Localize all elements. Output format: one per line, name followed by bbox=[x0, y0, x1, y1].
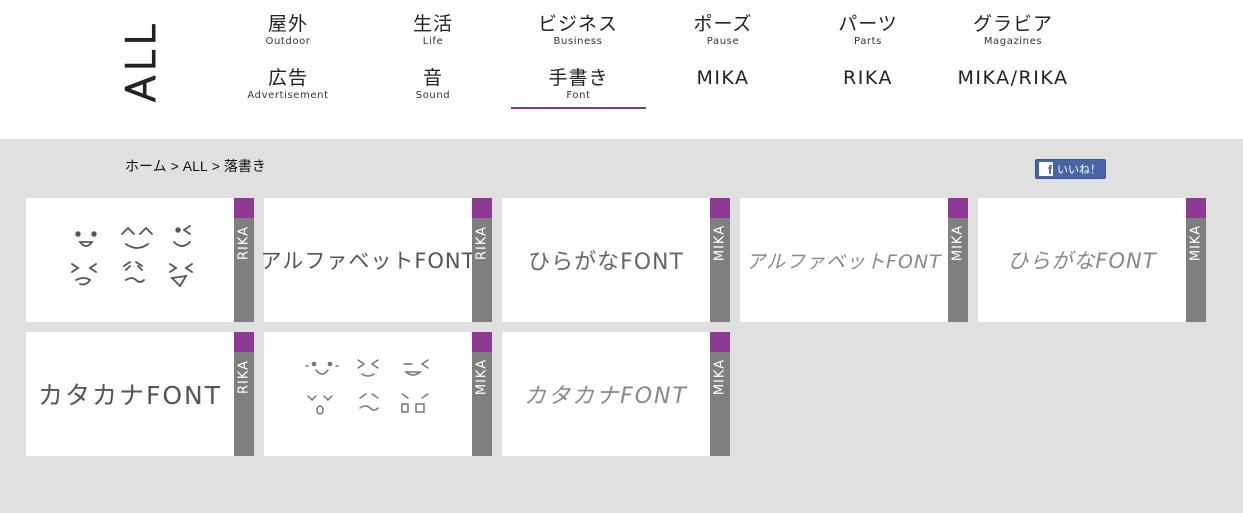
tag-accent bbox=[234, 332, 254, 352]
tag-accent bbox=[710, 332, 730, 352]
card-tag-label: RIKA bbox=[474, 225, 490, 261]
card-mika-faces[interactable]: MIKA bbox=[264, 332, 492, 456]
all-logo[interactable]: ALL bbox=[118, 13, 166, 109]
card-rika-alphabet-font[interactable]: アルファベットFONT RIKA bbox=[261, 198, 492, 322]
nav-item-label: 屋外 bbox=[267, 13, 308, 35]
tag-accent bbox=[472, 332, 492, 352]
card-tag-label: MIKA bbox=[950, 224, 966, 262]
nav-item-magazines[interactable]: グラビア Magazines bbox=[945, 13, 1081, 59]
nav-item-sublabel: Advertisement bbox=[247, 90, 329, 101]
card-tag-label: MIKA bbox=[1188, 224, 1204, 262]
card-mika-hiragana-font[interactable]: ひらがなFONT MIKA bbox=[502, 198, 730, 322]
all-logo-text: ALL bbox=[119, 19, 166, 103]
card-tag-label: MIKA bbox=[712, 224, 728, 262]
nav-item-sublabel: Life bbox=[422, 36, 444, 47]
nav-item-advertisement[interactable]: 広告 Advertisement bbox=[220, 67, 356, 113]
font-sample-text: カタカナFONT bbox=[37, 381, 223, 410]
nav-item-sublabel: Business bbox=[553, 36, 603, 47]
facebook-like-button[interactable]: f いいね！ bbox=[1035, 159, 1106, 179]
font-sample-text: カタカナFONT bbox=[524, 384, 688, 409]
nav-item-label: ポーズ bbox=[693, 13, 753, 35]
card-tag-label: MIKA bbox=[474, 358, 490, 396]
nav-item-label: 手書き bbox=[548, 67, 609, 89]
nav-item-sublabel: Sound bbox=[415, 90, 451, 101]
card-tag: MIKA bbox=[948, 198, 968, 322]
card-tag: RIKA bbox=[234, 332, 254, 456]
card-preview: アルファベットFONT bbox=[740, 198, 948, 322]
nav-item-mika[interactable]: MIKA bbox=[655, 67, 791, 113]
font-sample-text: アルファベットFONT bbox=[260, 249, 476, 273]
card-preview: カタカナFONT bbox=[502, 332, 710, 456]
tag-accent bbox=[710, 198, 730, 218]
nav-item-label: グラビア bbox=[972, 13, 1053, 35]
nav-item-sublabel: Parts bbox=[854, 36, 882, 47]
nav-item-label: MIKA bbox=[696, 67, 750, 89]
card-mika-hiragana-font-2[interactable]: ひらがなFONT MIKA bbox=[978, 198, 1206, 322]
nav-item-sublabel: Pause bbox=[706, 36, 740, 47]
card-tag-label: MIKA bbox=[712, 358, 728, 396]
header: ALL 屋外 Outdoor 生活 Life ビジネス Business ポーズ… bbox=[0, 0, 1243, 139]
nav-item-label: ビジネス bbox=[537, 13, 618, 35]
font-sample-text: ひらがなFONT bbox=[1007, 249, 1157, 273]
tag-accent bbox=[234, 198, 254, 218]
nav-item-business[interactable]: ビジネス Business bbox=[510, 13, 646, 59]
card-tag-label: RIKA bbox=[236, 359, 252, 395]
nav-item-parts[interactable]: パーツ Parts bbox=[800, 13, 936, 59]
nav-item-label: MIKA/RIKA bbox=[957, 67, 1069, 89]
nav-item-life[interactable]: 生活 Life bbox=[365, 13, 501, 59]
nav-item-pause[interactable]: ポーズ Pause bbox=[655, 13, 791, 59]
card-tag: MIKA bbox=[1186, 198, 1206, 322]
breadcrumb-separator: > bbox=[211, 158, 220, 174]
card-preview bbox=[264, 332, 472, 456]
tag-accent bbox=[1186, 198, 1206, 218]
nav-item-sublabel: Outdoor bbox=[265, 36, 311, 47]
tag-accent bbox=[472, 198, 492, 218]
breadcrumb-separator: > bbox=[170, 158, 179, 174]
breadcrumb: ホーム > ALL > 落書き bbox=[125, 156, 266, 176]
nav-item-label: RIKA bbox=[843, 67, 893, 89]
nav-item-label: パーツ bbox=[838, 13, 898, 35]
font-sample-text: アルファベットFONT bbox=[746, 250, 942, 273]
nav-item-label: 音 bbox=[422, 67, 443, 89]
card-tag: RIKA bbox=[234, 198, 254, 322]
nav-item-rika[interactable]: RIKA bbox=[800, 67, 936, 113]
nav-item-sublabel: Magazines bbox=[983, 36, 1043, 47]
card-preview: カタカナFONT bbox=[26, 332, 234, 456]
breadcrumb-all[interactable]: ALL bbox=[183, 158, 208, 174]
tag-accent bbox=[948, 198, 968, 218]
card-preview: ひらがなFONT bbox=[978, 198, 1186, 322]
card-mika-alphabet-font[interactable]: アルファベットFONT MIKA bbox=[740, 198, 968, 322]
card-preview bbox=[26, 198, 234, 322]
nav-item-sublabel: Font bbox=[566, 90, 591, 101]
card-rika-faces[interactable]: RIKA bbox=[26, 198, 254, 322]
nav-item-font[interactable]: 手書き Font bbox=[511, 67, 646, 109]
nav-item-outdoor[interactable]: 屋外 Outdoor bbox=[220, 13, 356, 59]
card-tag: MIKA bbox=[472, 332, 492, 456]
card-tag: MIKA bbox=[710, 332, 730, 456]
card-mika-katakana-font[interactable]: カタカナFONT MIKA bbox=[502, 332, 730, 456]
card-tag-label: RIKA bbox=[236, 225, 252, 261]
breadcrumb-home[interactable]: ホーム bbox=[125, 158, 167, 174]
card-preview: アルファベットFONT bbox=[261, 198, 475, 322]
card-preview: ひらがなFONT bbox=[502, 198, 710, 322]
nav-item-label: 広告 bbox=[267, 67, 308, 89]
nav-item-sound[interactable]: 音 Sound bbox=[365, 67, 501, 113]
font-sample-text: ひらがなFONT bbox=[528, 250, 684, 275]
faces-illustration bbox=[305, 359, 429, 415]
nav-item-mika-rika[interactable]: MIKA/RIKA bbox=[945, 67, 1081, 113]
facebook-like-label: いいね！ bbox=[1057, 163, 1101, 176]
card-rika-katakana-font[interactable]: カタカナFONT RIKA bbox=[26, 332, 254, 456]
facebook-icon: f bbox=[1039, 162, 1053, 176]
faces-illustration bbox=[71, 225, 193, 288]
card-tag: MIKA bbox=[710, 198, 730, 322]
nav-item-label: 生活 bbox=[412, 13, 453, 35]
breadcrumb-current: 落書き bbox=[223, 158, 266, 174]
card-tag: RIKA bbox=[472, 198, 492, 322]
